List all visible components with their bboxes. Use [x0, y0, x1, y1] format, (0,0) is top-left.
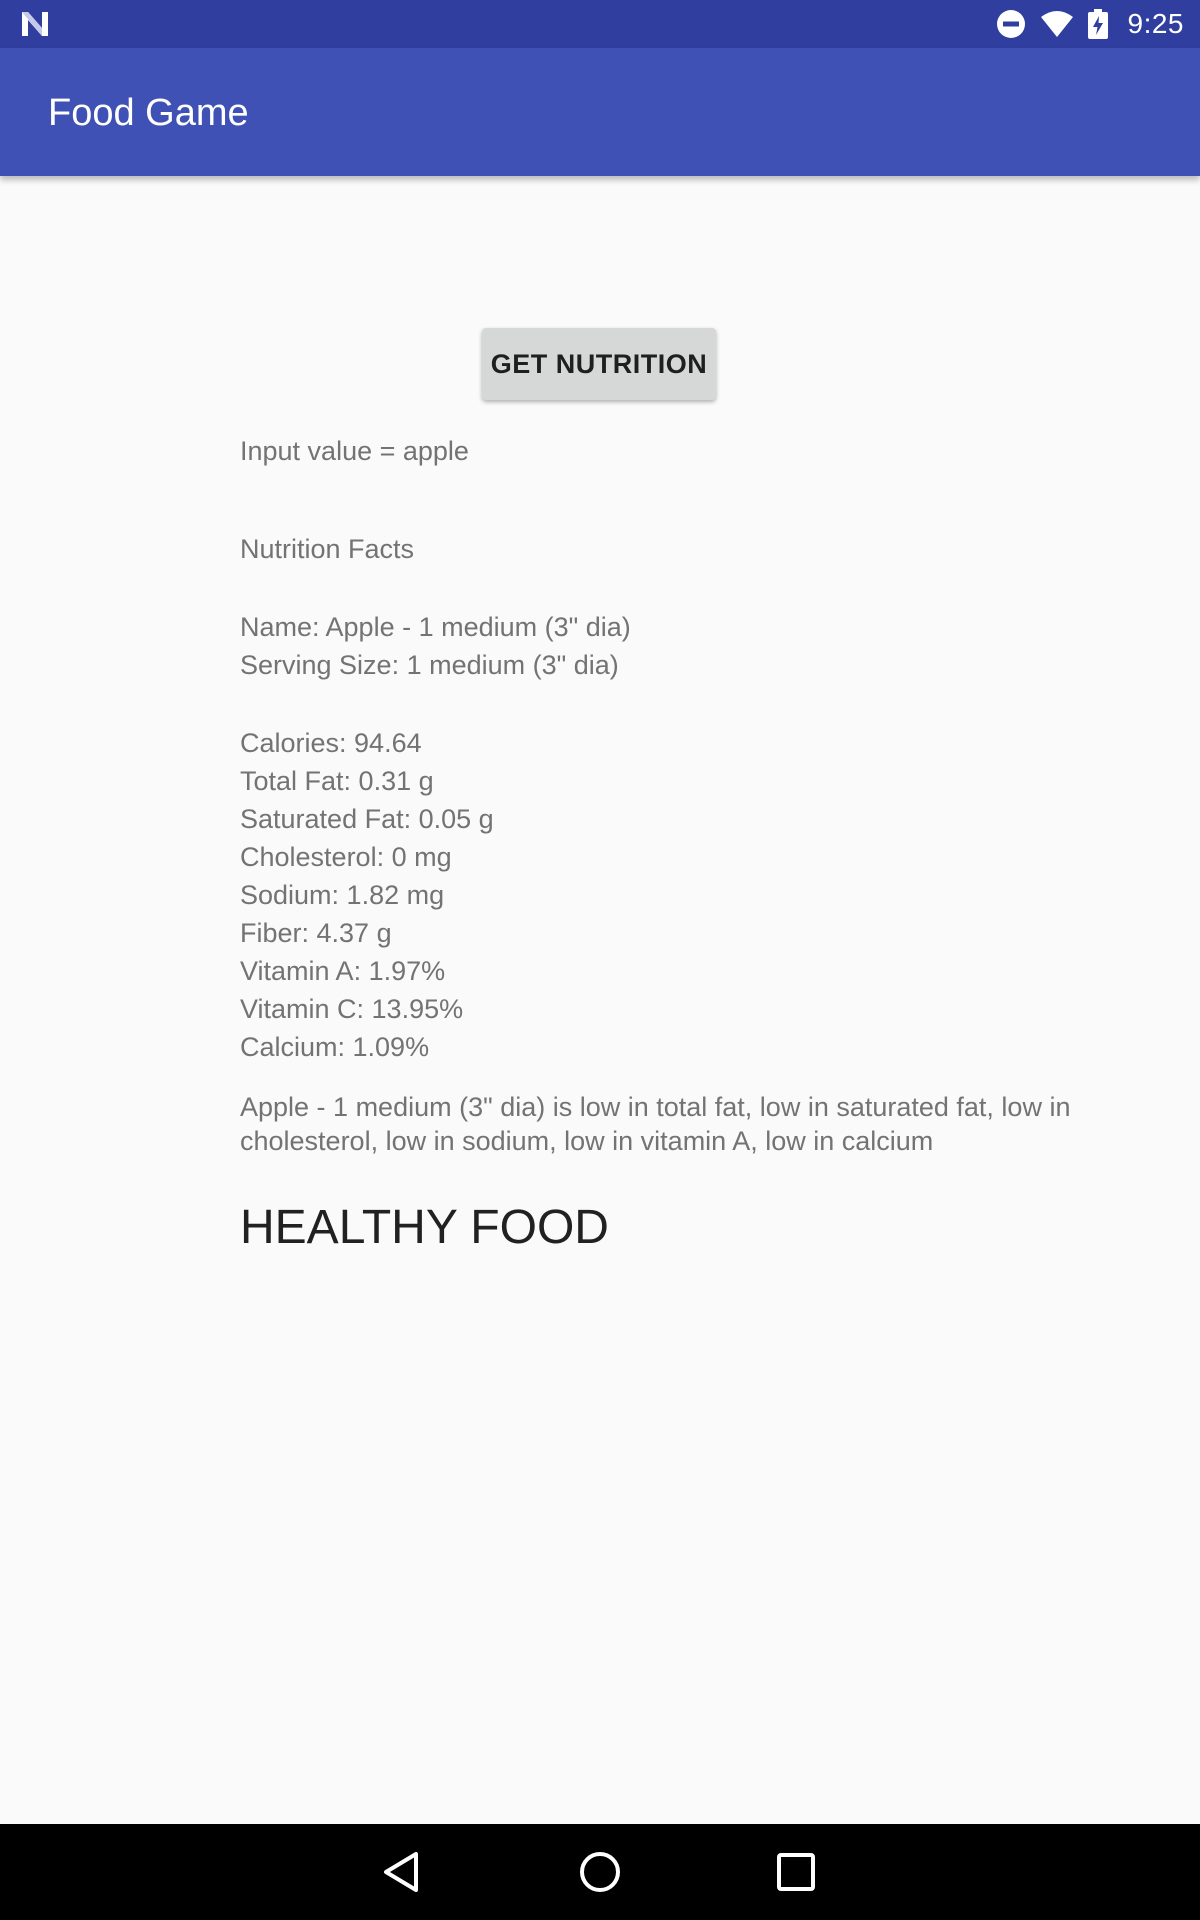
status-icons: 9:25	[996, 0, 1185, 48]
status-bar: 9:25	[0, 0, 1200, 48]
home-icon[interactable]	[576, 1848, 624, 1896]
fact-vitamin-c: Vitamin C: 13.95%	[240, 994, 464, 1024]
status-time: 9:25	[1127, 8, 1184, 39]
fact-total-fat: Total Fat: 0.31 g	[240, 766, 434, 796]
food-name-text: Name: Apple - 1 medium (3" dia)	[240, 612, 631, 642]
wifi-icon	[1040, 10, 1074, 38]
fact-sodium: Sodium: 1.82 mg	[240, 880, 445, 910]
fact-saturated-fat: Saturated Fat: 0.05 g	[240, 804, 494, 834]
recents-icon[interactable]	[772, 1848, 820, 1896]
input-value-text: Input value = apple	[240, 436, 469, 466]
notification-n-icon	[20, 10, 50, 38]
fact-fiber: Fiber: 4.37 g	[240, 918, 392, 948]
do-not-disturb-icon	[996, 9, 1026, 39]
battery-charging-icon	[1087, 9, 1108, 39]
health-verdict: HEALTHY FOOD	[240, 1201, 609, 1254]
app-bar: Food Game	[0, 48, 1200, 176]
fact-calories: Calories: 94.64	[240, 728, 422, 758]
back-icon[interactable]	[380, 1848, 428, 1896]
fact-vitamin-a: Vitamin A: 1.97%	[240, 956, 446, 986]
app-title: Food Game	[48, 92, 249, 134]
navigation-bar	[0, 1824, 1200, 1920]
get-nutrition-button[interactable]: GET NUTRITION	[482, 328, 716, 400]
fact-calcium: Calcium: 1.09%	[240, 1032, 430, 1062]
main-content: GET NUTRITION Input value = apple Nutrit…	[0, 176, 1200, 1824]
fact-cholesterol: Cholesterol: 0 mg	[240, 842, 452, 872]
nutrition-summary: Apple - 1 medium (3" dia) is low in tota…	[240, 1092, 1071, 1156]
nutrition-facts-heading: Nutrition Facts	[240, 534, 415, 564]
serving-size-text: Serving Size: 1 medium (3" dia)	[240, 650, 619, 680]
